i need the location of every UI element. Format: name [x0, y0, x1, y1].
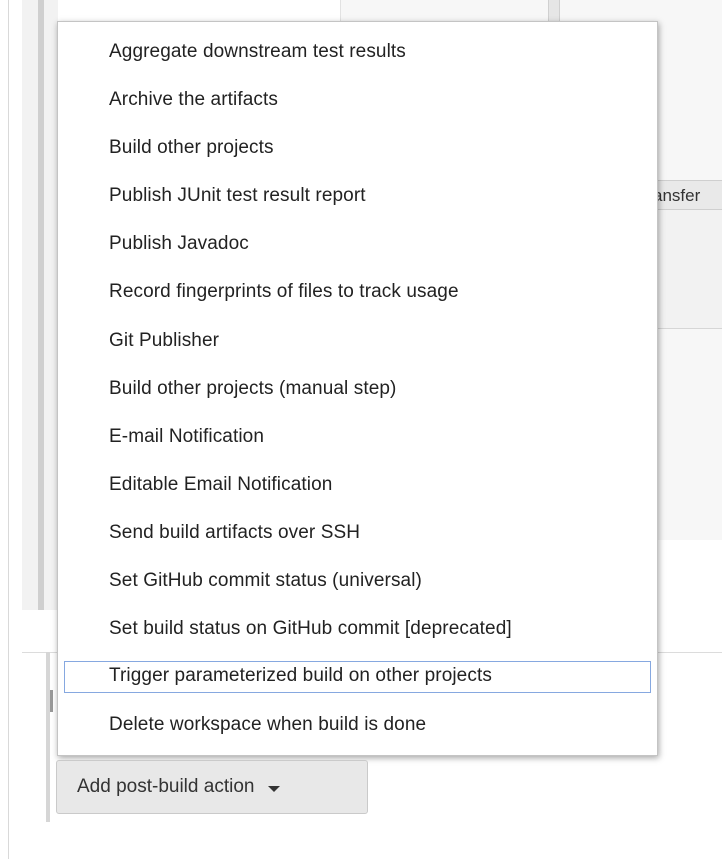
menu-item[interactable]: Delete workspace when build is done	[63, 701, 652, 749]
menu-item[interactable]: Git Publisher	[63, 317, 652, 365]
menu-item[interactable]: Build other projects	[63, 124, 652, 172]
caret-down-icon	[268, 785, 281, 792]
menu-item-focused[interactable]: Trigger parameterized build on other pro…	[63, 660, 652, 694]
menu-item[interactable]: Aggregate downstream test results	[63, 28, 652, 76]
menu-item[interactable]: Archive the artifacts	[63, 76, 652, 124]
menu-item[interactable]: Record fingerprints of files to track us…	[63, 268, 652, 316]
background-mark	[50, 690, 53, 712]
add-post-build-action-label: Add post-build action	[77, 776, 255, 797]
menu-item[interactable]: Set GitHub commit status (universal)	[63, 557, 652, 605]
page-left-border	[8, 0, 9, 859]
menu-item[interactable]: Publish Javadoc	[63, 220, 652, 268]
menu-item[interactable]: Publish JUnit test result report	[63, 172, 652, 220]
menu-item[interactable]: Send build artifacts over SSH	[63, 509, 652, 557]
menu-item[interactable]: Editable Email Notification	[63, 461, 652, 509]
background-panel-rule	[38, 0, 44, 610]
menu-item[interactable]: E-mail Notification	[63, 413, 652, 461]
post-build-action-menu: Aggregate downstream test results Archiv…	[57, 21, 658, 756]
add-post-build-action-button[interactable]: Add post-build action	[56, 760, 368, 814]
menu-item[interactable]: Build other projects (manual step)	[63, 365, 652, 413]
background-section-rule	[46, 652, 50, 822]
menu-item[interactable]: Set build status on GitHub commit [depre…	[63, 605, 652, 653]
